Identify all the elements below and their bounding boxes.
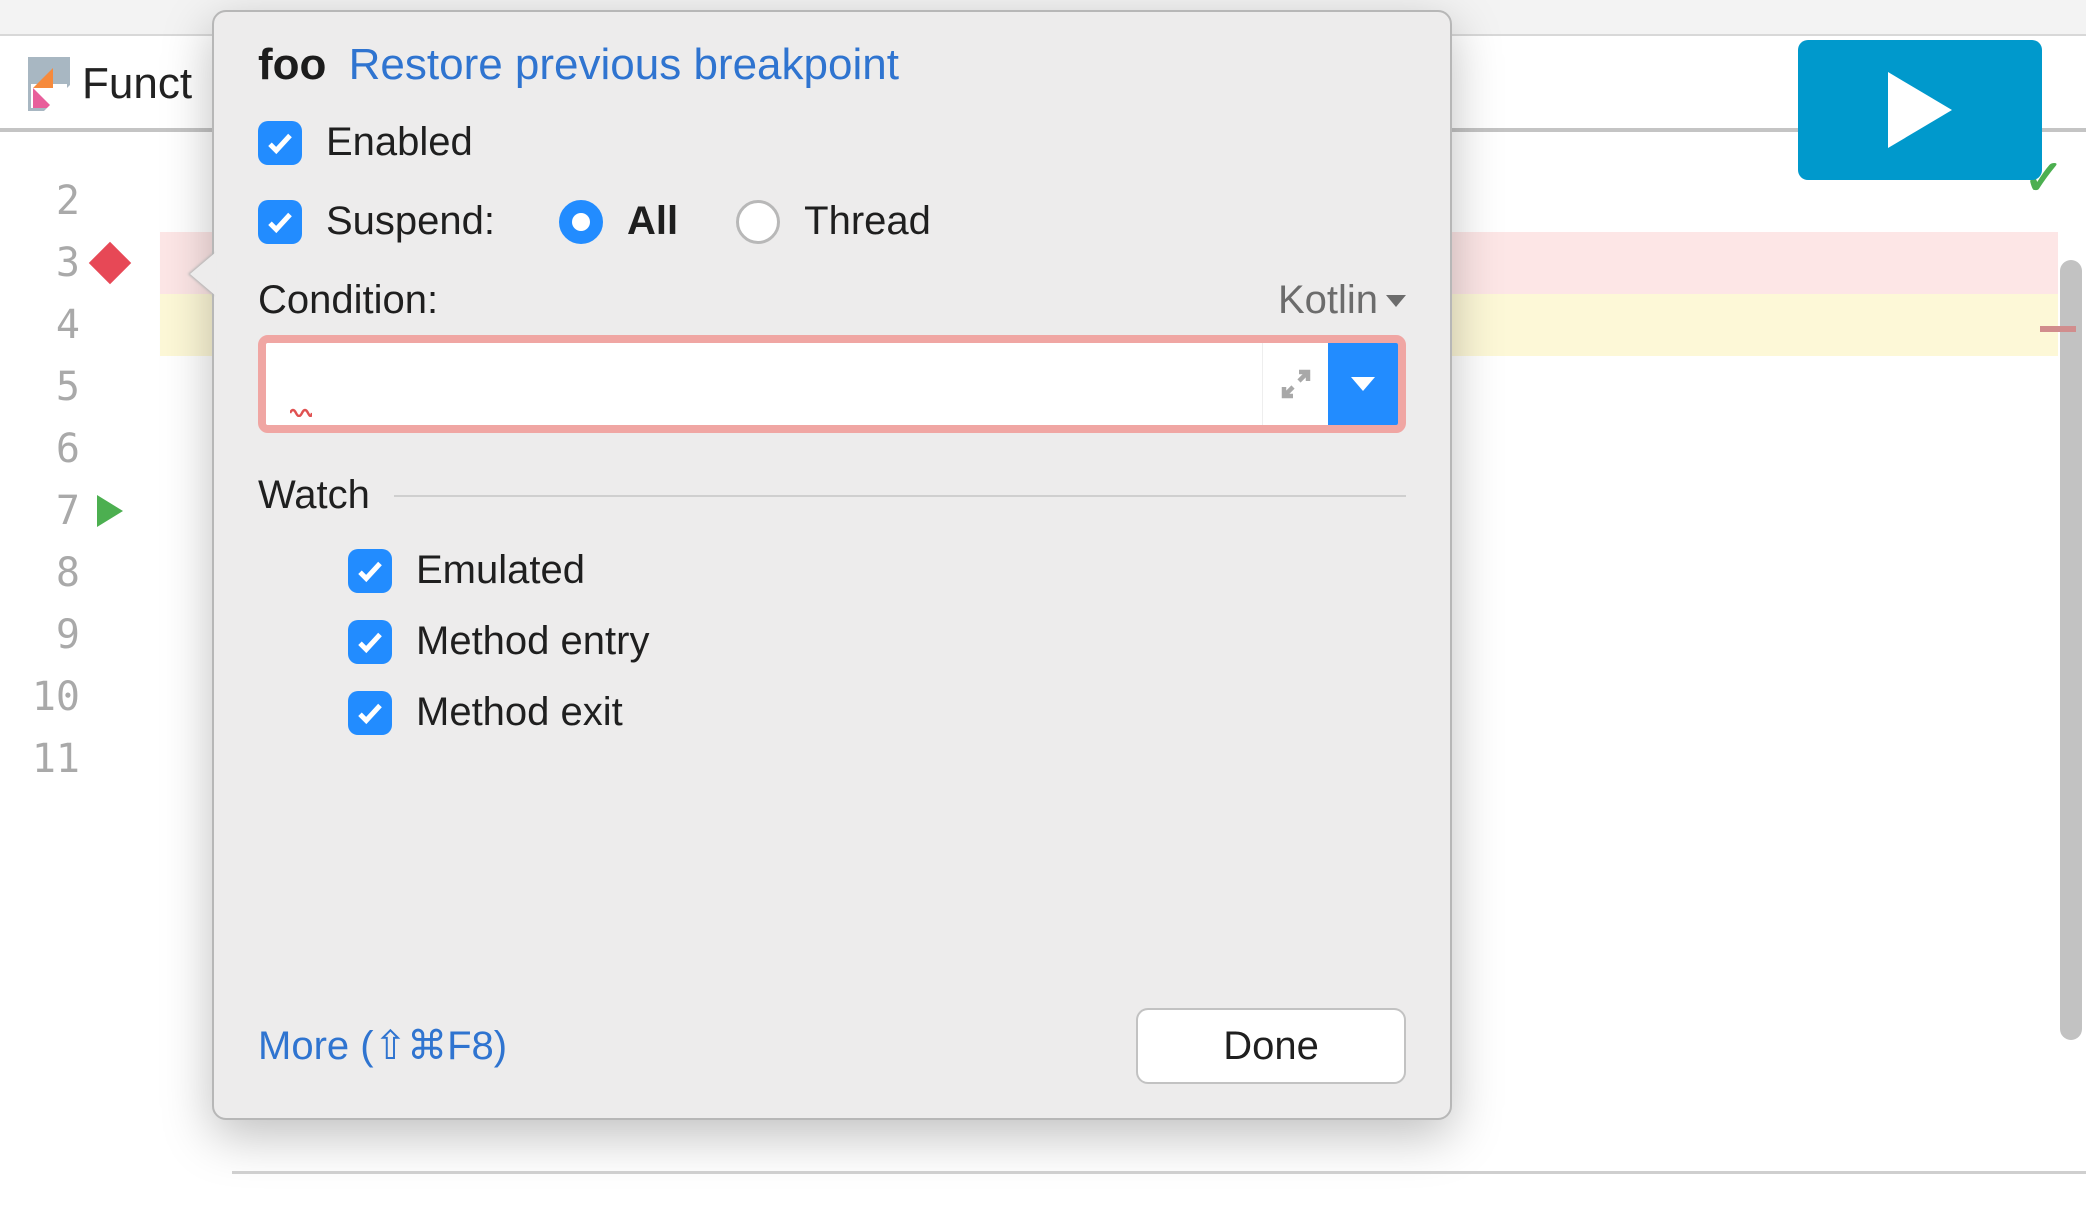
run-line-icon[interactable] [80, 495, 140, 527]
line-number: 9 [0, 612, 80, 658]
watch-options: Emulated Method entry Method exit [258, 548, 1406, 735]
gutter-line[interactable]: 6 [0, 418, 160, 480]
watch-method-entry-checkbox[interactable] [348, 620, 392, 664]
breakpoint-function-name: foo [258, 40, 326, 89]
editor-tab-label: Funct [82, 59, 192, 109]
condition-label: Condition: [258, 278, 438, 323]
condition-expand-button[interactable] [1262, 343, 1328, 425]
suspend-label: Suspend: [326, 199, 495, 244]
editor-bottom-border [232, 1171, 2086, 1174]
condition-header-row: Condition: Kotlin [258, 278, 1406, 323]
gutter-line[interactable]: 9 [0, 604, 160, 666]
suspend-row: Suspend: All Thread [258, 199, 1406, 244]
kotlin-file-icon [28, 57, 70, 111]
line-number: 2 [0, 178, 80, 224]
gutter-line[interactable]: 8 [0, 542, 160, 604]
line-number: 10 [0, 674, 80, 720]
gutter-line[interactable]: 11 [0, 728, 160, 790]
chevron-down-icon [1386, 295, 1406, 307]
chevron-down-icon [1351, 377, 1375, 391]
gutter-line[interactable]: 7 [0, 480, 160, 542]
breakpoint-popup: foo Restore previous breakpoint Enabled … [212, 10, 1452, 1120]
suspend-all-radio[interactable] [559, 200, 603, 244]
gutter-line[interactable]: 2 [0, 170, 160, 232]
run-play-button[interactable] [1798, 40, 2042, 180]
more-options-link[interactable]: More (⇧⌘F8) [258, 1023, 507, 1069]
gutter-line[interactable]: 4 [0, 294, 160, 356]
popup-title: foo Restore previous breakpoint [258, 40, 1406, 90]
breakpoint-icon[interactable] [80, 248, 140, 278]
line-number: 11 [0, 736, 80, 782]
line-number: 4 [0, 302, 80, 348]
line-number: 6 [0, 426, 80, 472]
editor-gutter: 2 3 4 5 6 7 8 9 10 11 [0, 136, 160, 1222]
gutter-line[interactable]: 10 [0, 666, 160, 728]
watch-section-label: Watch [258, 473, 370, 518]
enabled-row: Enabled [258, 120, 1406, 165]
watch-emulated-label: Emulated [416, 548, 585, 593]
condition-language-label: Kotlin [1278, 278, 1378, 323]
watch-section-header: Watch [258, 473, 1406, 518]
editor-tab[interactable]: Funct [28, 36, 192, 132]
done-button-label: Done [1223, 1024, 1319, 1069]
play-icon [1888, 72, 1952, 148]
gutter-line[interactable]: 5 [0, 356, 160, 418]
watch-method-entry-label: Method entry [416, 619, 649, 664]
watch-emulated-checkbox[interactable] [348, 549, 392, 593]
line-number: 5 [0, 364, 80, 410]
condition-input[interactable] [266, 343, 1262, 425]
done-button[interactable]: Done [1136, 1008, 1406, 1084]
gutter-line[interactable]: 3 [0, 232, 160, 294]
line-number: 7 [0, 488, 80, 534]
editor-scrollbar[interactable] [2060, 260, 2082, 1154]
watch-method-exit-checkbox[interactable] [348, 691, 392, 735]
line-number: 8 [0, 550, 80, 596]
condition-history-dropdown[interactable] [1328, 343, 1398, 425]
divider [394, 495, 1406, 497]
suspend-thread-radio[interactable] [736, 200, 780, 244]
condition-field [258, 335, 1406, 433]
popup-footer: More (⇧⌘F8) Done [258, 1008, 1406, 1084]
line-number: 3 [0, 240, 80, 286]
enabled-checkbox[interactable] [258, 121, 302, 165]
scrollbar-error-marker[interactable] [2040, 326, 2076, 332]
suspend-thread-label: Thread [804, 199, 931, 244]
restore-previous-breakpoint-link[interactable]: Restore previous breakpoint [349, 40, 899, 89]
condition-language-select[interactable]: Kotlin [1278, 278, 1406, 323]
enabled-label: Enabled [326, 120, 473, 165]
watch-method-exit-label: Method exit [416, 690, 623, 735]
popup-pointer [190, 252, 216, 296]
suspend-all-label: All [627, 199, 678, 244]
scrollbar-thumb[interactable] [2060, 260, 2082, 1040]
suspend-checkbox[interactable] [258, 200, 302, 244]
